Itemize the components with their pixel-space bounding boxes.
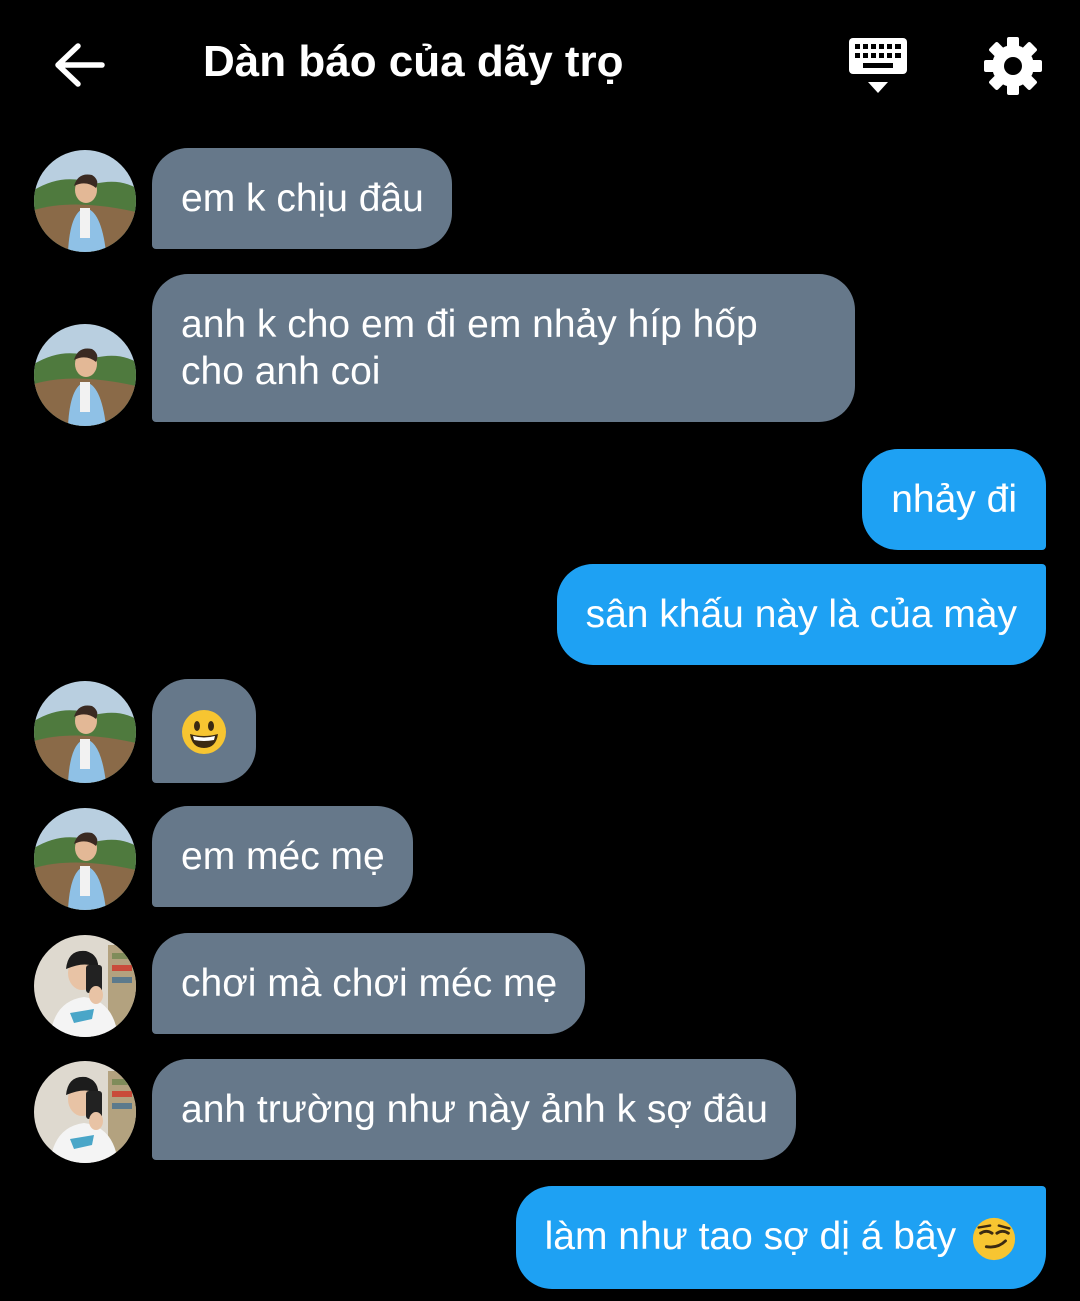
message-bubble-incoming[interactable]: anh k cho em đi em nhảy híp hốp cho anh … bbox=[152, 274, 855, 422]
message-bubble-incoming[interactable]: anh trường như này ảnh k sợ đâu bbox=[152, 1059, 796, 1160]
chat-title: Dàn báo của dãy trọ bbox=[203, 37, 624, 86]
message-bubble-incoming[interactable]: em k chịu đâu bbox=[152, 148, 452, 249]
message-bubble-outgoing[interactable]: làm như tao sợ dị á bây bbox=[515, 1186, 1046, 1289]
message-bubble-incoming[interactable]: chơi mà chơi méc mẹ bbox=[152, 933, 586, 1034]
message-text: anh k cho em đi em nhảy híp hốp cho anh … bbox=[181, 303, 758, 393]
avatar[interactable] bbox=[34, 808, 136, 910]
message-text: làm như tao sợ dị á bây bbox=[544, 1215, 957, 1258]
back-button[interactable] bbox=[50, 36, 108, 94]
avatar[interactable] bbox=[34, 935, 136, 1037]
message-text: nhảy đi bbox=[891, 478, 1017, 521]
chat-header: Dàn báo của dãy trọ bbox=[0, 0, 1080, 125]
message-bubble-outgoing[interactable]: nhảy đi bbox=[862, 449, 1046, 550]
smirking-face-icon bbox=[972, 1217, 1016, 1260]
keyboard-button[interactable] bbox=[846, 36, 910, 96]
message-text: chơi mà chơi méc mẹ bbox=[181, 962, 558, 1005]
message-text: em méc mẹ bbox=[181, 835, 385, 878]
avatar[interactable] bbox=[34, 324, 136, 426]
gear-icon bbox=[984, 37, 1042, 95]
avatar[interactable] bbox=[34, 681, 136, 783]
message-bubble-outgoing[interactable]: sân khấu này là của mày bbox=[556, 564, 1046, 665]
message-text: anh trường như này ảnh k sợ đâu bbox=[181, 1088, 768, 1131]
avatar[interactable] bbox=[34, 1061, 136, 1163]
message-bubble-incoming[interactable] bbox=[152, 679, 256, 783]
message-text: sân khấu này là của mày bbox=[585, 593, 1017, 636]
arrow-left-icon bbox=[55, 43, 105, 87]
avatar[interactable] bbox=[34, 150, 136, 252]
message-bubble-incoming[interactable]: em méc mẹ bbox=[152, 806, 413, 907]
settings-button[interactable] bbox=[982, 35, 1044, 97]
message-text: em k chịu đâu bbox=[181, 177, 424, 220]
keyboard-icon bbox=[849, 38, 907, 93]
grinning-face-icon bbox=[182, 709, 226, 754]
